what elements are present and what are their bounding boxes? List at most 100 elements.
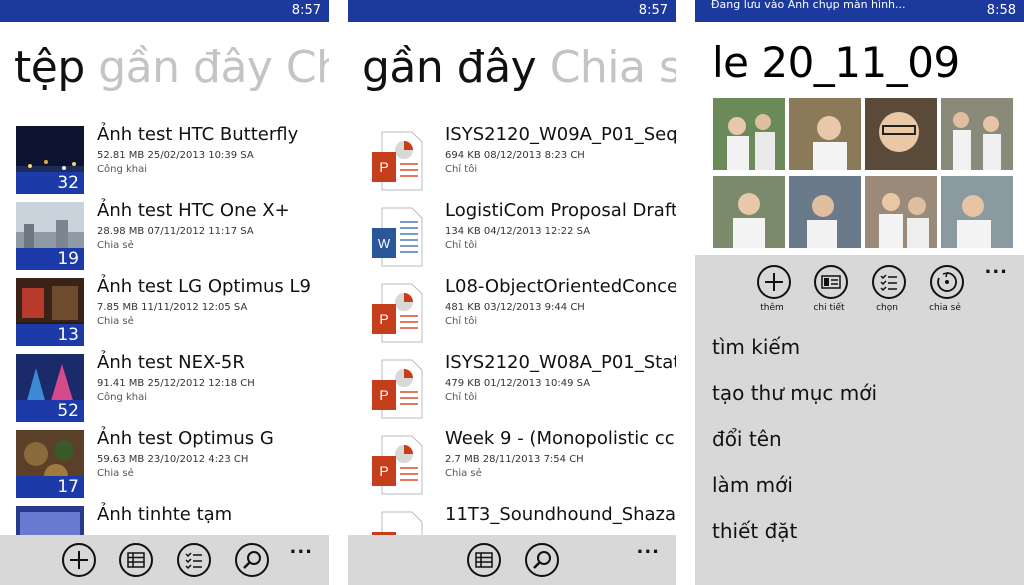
menu-item-refresh[interactable]: làm mới bbox=[712, 473, 793, 497]
share-button[interactable] bbox=[930, 265, 964, 299]
photo-tile[interactable] bbox=[789, 176, 861, 248]
more-options-button[interactable]: ... bbox=[289, 537, 313, 558]
status-bar: 8:57 bbox=[0, 0, 329, 22]
app-bar: ... bbox=[348, 535, 676, 585]
document-title: 11T3_Soundhound_Shazan bbox=[445, 504, 676, 525]
photo-count-badge: 52 bbox=[16, 400, 84, 422]
app-bar-expanded-menu: thêm chi tiết chọn chia sẻ ... tìm kiếm … bbox=[695, 255, 1024, 585]
list-view-icon bbox=[127, 552, 145, 568]
view-button[interactable] bbox=[119, 543, 153, 577]
add-button[interactable] bbox=[62, 543, 96, 577]
photo-count-badge: 17 bbox=[16, 476, 84, 498]
status-bar: 8:57 bbox=[348, 0, 676, 22]
powerpoint-file-icon: P bbox=[372, 359, 423, 419]
app-bar: ... bbox=[0, 535, 329, 585]
search-icon bbox=[533, 551, 551, 569]
svg-text:P: P bbox=[379, 311, 388, 327]
select-button[interactable] bbox=[872, 265, 906, 299]
album-thumbnail: 17 bbox=[16, 430, 84, 498]
document-title: ISYS2120_W09A_P01_Sequ bbox=[445, 124, 676, 145]
photo-tile[interactable] bbox=[865, 176, 937, 248]
photo-tile[interactable] bbox=[713, 176, 785, 248]
word-file-icon: W bbox=[372, 207, 423, 267]
status-time: 8:57 bbox=[291, 3, 321, 18]
document-meta: 2.7 MB 28/11/2013 7:54 CH bbox=[445, 454, 584, 465]
powerpoint-file-icon: P bbox=[372, 283, 423, 343]
menu-item-rename[interactable]: đổi tên bbox=[712, 427, 782, 451]
document-item[interactable]: P ISYS2120_W08A_P01_State 479 KB 01/12/2… bbox=[348, 348, 676, 419]
status-time: 8:57 bbox=[638, 3, 668, 18]
phone-recent-screen: 8:57 gần đây Chia s P ISYS2120_W09A_P01_… bbox=[348, 0, 676, 585]
document-title: LogistiCom Proposal Draft bbox=[445, 200, 676, 221]
document-meta: 134 KB 04/12/2013 12:22 SA bbox=[445, 226, 591, 237]
album-item[interactable]: 32 Ảnh test HTC Butterfly 52.81 MB 25/02… bbox=[0, 120, 329, 194]
album-sharing: Chia sẻ bbox=[97, 316, 134, 327]
powerpoint-file-icon: P bbox=[372, 435, 423, 495]
album-thumbnail: 19 bbox=[16, 202, 84, 270]
document-item[interactable]: W LogistiCom Proposal Draft 134 KB 04/12… bbox=[348, 196, 676, 267]
photo-tile[interactable] bbox=[865, 98, 937, 170]
document-meta: 694 KB 08/12/2013 8:23 CH bbox=[445, 150, 585, 161]
document-item[interactable]: P Week 9 - (Monopolistic cc 2.7 MB 28/11… bbox=[348, 424, 676, 495]
photo-tile[interactable] bbox=[789, 98, 861, 170]
status-message: Đang lưu vào Ảnh chụp màn hình... bbox=[711, 0, 906, 11]
menu-item-new-folder[interactable]: tạo thư mục mới bbox=[712, 381, 877, 405]
details-button-label: chi tiết bbox=[813, 303, 845, 313]
details-button[interactable] bbox=[814, 265, 848, 299]
list-view-icon bbox=[475, 552, 493, 568]
album-title: Ảnh tinhte tạm bbox=[97, 504, 233, 525]
menu-item-settings[interactable]: thiết đặt bbox=[712, 519, 797, 543]
more-options-button[interactable]: ... bbox=[984, 257, 1008, 278]
pivot-header[interactable]: gần đây Chia s bbox=[362, 42, 676, 93]
document-sharing: Chỉ tôi bbox=[445, 316, 478, 327]
status-bar: Đang lưu vào Ảnh chụp màn hình... 8:58 bbox=[695, 0, 1024, 22]
add-button[interactable] bbox=[757, 265, 791, 299]
album-item[interactable]: 13 Ảnh test LG Optimus L9 7.85 MB 11/11/… bbox=[0, 272, 329, 346]
photo-tile[interactable] bbox=[941, 98, 1013, 170]
pivot-active-label[interactable]: tệp bbox=[14, 42, 85, 93]
album-thumbnail: 52 bbox=[16, 354, 84, 422]
document-sharing: Chỉ tôi bbox=[445, 164, 478, 175]
plus-icon bbox=[765, 273, 783, 291]
select-button[interactable] bbox=[177, 543, 211, 577]
search-button[interactable] bbox=[525, 543, 559, 577]
photo-count-badge: 19 bbox=[16, 248, 84, 270]
album-item[interactable]: 52 Ảnh test NEX-5R 91.41 MB 25/12/2012 1… bbox=[0, 348, 329, 422]
view-button[interactable] bbox=[467, 543, 501, 577]
pivot-next-label[interactable]: gần đây Chi bbox=[85, 42, 329, 93]
document-item[interactable]: P ISYS2120_W09A_P01_Sequ 694 KB 08/12/20… bbox=[348, 120, 676, 191]
document-item[interactable]: P L08-ObjectOrientedConce 481 KB 03/12/2… bbox=[348, 272, 676, 343]
document-title: L08-ObjectOrientedConce bbox=[445, 276, 676, 297]
album-sharing: Công khai bbox=[97, 392, 147, 403]
document-title: Week 9 - (Monopolistic cc bbox=[445, 428, 675, 449]
album-meta: 91.41 MB 25/12/2012 12:18 CH bbox=[97, 378, 255, 389]
svg-text:P: P bbox=[379, 159, 388, 175]
document-meta: 481 KB 03/12/2013 9:44 CH bbox=[445, 302, 585, 313]
album-item[interactable]: 17 Ảnh test Optimus G 59.63 MB 23/10/201… bbox=[0, 424, 329, 498]
album-meta: 28.98 MB 07/11/2012 11:17 SA bbox=[97, 226, 254, 237]
album-title: Ảnh test LG Optimus L9 bbox=[97, 276, 312, 297]
photo-tile[interactable] bbox=[941, 176, 1013, 248]
pivot-active-label[interactable]: gần đây bbox=[362, 42, 537, 93]
photo-count-badge: 13 bbox=[16, 324, 84, 346]
powerpoint-file-icon: P bbox=[372, 131, 423, 191]
select-icon bbox=[880, 274, 897, 292]
pivot-header[interactable]: tệp gần đây Chi bbox=[14, 42, 329, 93]
svg-text:P: P bbox=[379, 463, 388, 479]
document-meta: 479 KB 01/12/2013 10:49 SA bbox=[445, 378, 591, 389]
more-options-button[interactable]: ... bbox=[636, 537, 660, 558]
album-title: Ảnh test Optimus G bbox=[97, 428, 274, 449]
document-sharing: Chia sẻ bbox=[445, 468, 482, 479]
album-item[interactable]: 19 Ảnh test HTC One X+ 28.98 MB 07/11/20… bbox=[0, 196, 329, 270]
menu-item-search[interactable]: tìm kiếm bbox=[712, 335, 800, 359]
pivot-next-label[interactable]: Chia s bbox=[536, 42, 676, 93]
select-button-label: chọn bbox=[876, 303, 898, 313]
phone-folder-screen: Đang lưu vào Ảnh chụp màn hình... 8:58 l… bbox=[695, 0, 1024, 585]
album-thumbnail: 13 bbox=[16, 278, 84, 346]
select-icon bbox=[185, 552, 202, 570]
search-button[interactable] bbox=[235, 543, 269, 577]
photo-tile[interactable] bbox=[713, 98, 785, 170]
document-title: ISYS2120_W08A_P01_State bbox=[445, 352, 676, 373]
album-sharing: Chia sẻ bbox=[97, 240, 134, 251]
album-title: Ảnh test HTC Butterfly bbox=[97, 124, 299, 145]
